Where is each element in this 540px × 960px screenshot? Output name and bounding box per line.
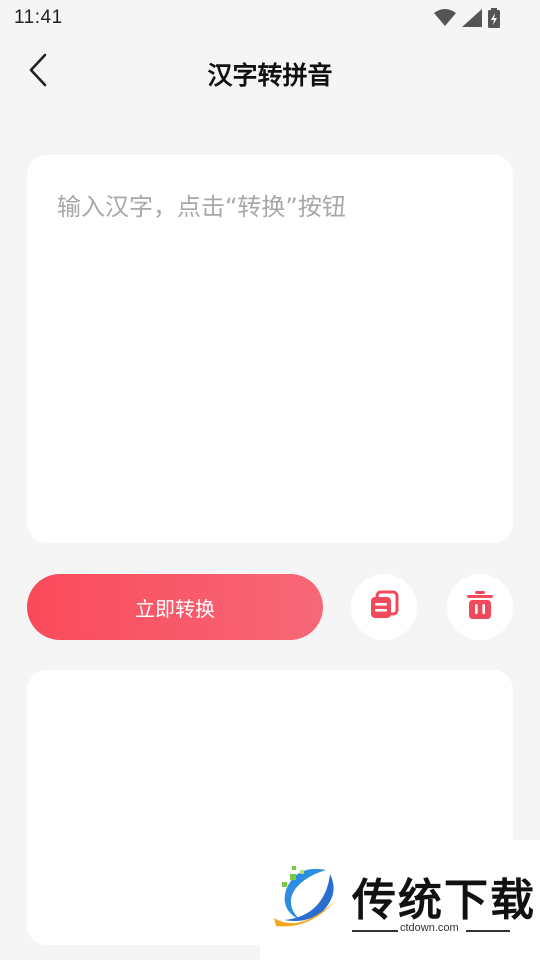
chinese-text-input[interactable] <box>27 155 513 543</box>
convert-button[interactable]: 立即转换 <box>27 574 323 640</box>
input-card <box>27 155 513 543</box>
status-bar: 11:41 <box>0 0 540 36</box>
watermark-divider-left <box>352 930 398 932</box>
copy-icon <box>369 590 399 624</box>
trash-icon <box>466 590 494 624</box>
wifi-icon <box>434 9 456 31</box>
signal-icon <box>462 9 482 31</box>
status-icons <box>434 8 500 32</box>
watermark-site: ctdown.com <box>400 922 459 934</box>
delete-button[interactable] <box>447 574 513 640</box>
watermark-divider-right <box>466 930 510 932</box>
watermark: 传统下载 ctdown.com <box>260 840 540 960</box>
battery-icon <box>488 8 500 32</box>
page-title: 汉字转拼音 <box>207 61 333 90</box>
status-time: 11:41 <box>14 7 63 28</box>
copy-button[interactable] <box>351 574 417 640</box>
ctdown-logo-icon <box>270 860 346 936</box>
header: 汉字转拼音 <box>0 40 540 104</box>
watermark-title: 传统下载 <box>352 875 536 926</box>
